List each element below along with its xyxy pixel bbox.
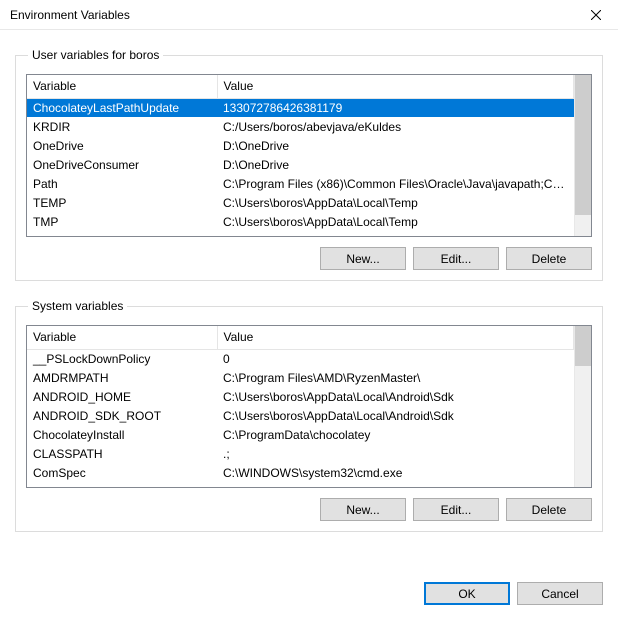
system-col-variable[interactable]: Variable	[27, 326, 217, 349]
cell-value: C:\Users\boros\AppData\Local\Android\Sdk	[217, 387, 574, 406]
system-variables-group: System variables Variable Value __PSLock…	[15, 299, 603, 532]
cell-value: C:\WINDOWS\system32\cmd.exe	[217, 463, 574, 482]
cell-variable: ComSpec	[27, 463, 217, 482]
cell-value: 0	[217, 349, 574, 368]
user-variables-table-wrap: Variable Value ChocolateyLastPathUpdate1…	[26, 74, 592, 237]
cell-variable: OneDrive	[27, 136, 217, 155]
system-col-value[interactable]: Value	[217, 326, 574, 349]
system-scrollbar-thumb[interactable]	[575, 326, 591, 366]
system-scrollbar[interactable]	[574, 326, 591, 487]
cell-variable: KRDIR	[27, 117, 217, 136]
table-row[interactable]: ANDROID_SDK_ROOTC:\Users\boros\AppData\L…	[27, 406, 574, 425]
system-variables-table-wrap: Variable Value __PSLockDownPolicy0AMDRMP…	[26, 325, 592, 488]
cell-variable: TMP	[27, 212, 217, 231]
table-row[interactable]: PathC:\Program Files (x86)\Common Files\…	[27, 174, 574, 193]
cell-variable: Path	[27, 174, 217, 193]
cell-variable: CLASSPATH	[27, 444, 217, 463]
user-edit-button[interactable]: Edit...	[413, 247, 499, 270]
user-col-variable[interactable]: Variable	[27, 75, 217, 98]
cell-variable: ANDROID_HOME	[27, 387, 217, 406]
table-row[interactable]: ChocolateyInstallC:\ProgramData\chocolat…	[27, 425, 574, 444]
cell-variable: ChocolateyInstall	[27, 425, 217, 444]
close-icon	[591, 10, 601, 20]
system-variables-legend: System variables	[28, 299, 127, 313]
system-variables-table[interactable]: Variable Value __PSLockDownPolicy0AMDRMP…	[27, 326, 574, 482]
system-new-button[interactable]: New...	[320, 498, 406, 521]
table-row[interactable]: TEMPC:\Users\boros\AppData\Local\Temp	[27, 193, 574, 212]
user-scrollbar-thumb[interactable]	[575, 75, 591, 215]
cell-value: C:\Users\boros\AppData\Local\Android\Sdk	[217, 406, 574, 425]
cell-value: 133072786426381179	[217, 98, 574, 117]
cell-variable: ANDROID_SDK_ROOT	[27, 406, 217, 425]
user-new-button[interactable]: New...	[320, 247, 406, 270]
cancel-button[interactable]: Cancel	[517, 582, 603, 605]
cell-value: C:\Program Files\AMD\RyzenMaster\	[217, 368, 574, 387]
cell-value: C:\Users\boros\AppData\Local\Temp	[217, 212, 574, 231]
table-row[interactable]: ANDROID_HOMEC:\Users\boros\AppData\Local…	[27, 387, 574, 406]
table-row[interactable]: TMPC:\Users\boros\AppData\Local\Temp	[27, 212, 574, 231]
ok-button[interactable]: OK	[424, 582, 510, 605]
cell-variable: TEMP	[27, 193, 217, 212]
system-edit-button[interactable]: Edit...	[413, 498, 499, 521]
user-scrollbar[interactable]	[574, 75, 591, 236]
cell-value: .;	[217, 444, 574, 463]
cell-variable: AMDRMPATH	[27, 368, 217, 387]
cell-value: D:\OneDrive	[217, 155, 574, 174]
table-row[interactable]: ComSpecC:\WINDOWS\system32\cmd.exe	[27, 463, 574, 482]
window-title: Environment Variables	[10, 8, 130, 22]
cell-value: D:\OneDrive	[217, 136, 574, 155]
user-variables-table[interactable]: Variable Value ChocolateyLastPathUpdate1…	[27, 75, 574, 231]
cell-value: C:/Users/boros/abevjava/eKuldes	[217, 117, 574, 136]
cell-variable: __PSLockDownPolicy	[27, 349, 217, 368]
table-row[interactable]: ChocolateyLastPathUpdate1330727864263811…	[27, 98, 574, 117]
user-variables-legend: User variables for boros	[28, 48, 163, 62]
cell-value: C:\Program Files (x86)\Common Files\Orac…	[217, 174, 574, 193]
user-variables-group: User variables for boros Variable Value …	[15, 48, 603, 281]
table-row[interactable]: AMDRMPATHC:\Program Files\AMD\RyzenMaste…	[27, 368, 574, 387]
title-bar: Environment Variables	[0, 0, 618, 30]
user-col-value[interactable]: Value	[217, 75, 574, 98]
cell-value: C:\Users\boros\AppData\Local\Temp	[217, 193, 574, 212]
table-row[interactable]: KRDIRC:/Users/boros/abevjava/eKuldes	[27, 117, 574, 136]
table-row[interactable]: OneDriveConsumerD:\OneDrive	[27, 155, 574, 174]
close-button[interactable]	[573, 0, 618, 30]
cell-value: C:\ProgramData\chocolatey	[217, 425, 574, 444]
user-delete-button[interactable]: Delete	[506, 247, 592, 270]
table-row[interactable]: __PSLockDownPolicy0	[27, 349, 574, 368]
table-row[interactable]: OneDriveD:\OneDrive	[27, 136, 574, 155]
table-row[interactable]: CLASSPATH.;	[27, 444, 574, 463]
cell-variable: OneDriveConsumer	[27, 155, 217, 174]
cell-variable: ChocolateyLastPathUpdate	[27, 98, 217, 117]
system-delete-button[interactable]: Delete	[506, 498, 592, 521]
